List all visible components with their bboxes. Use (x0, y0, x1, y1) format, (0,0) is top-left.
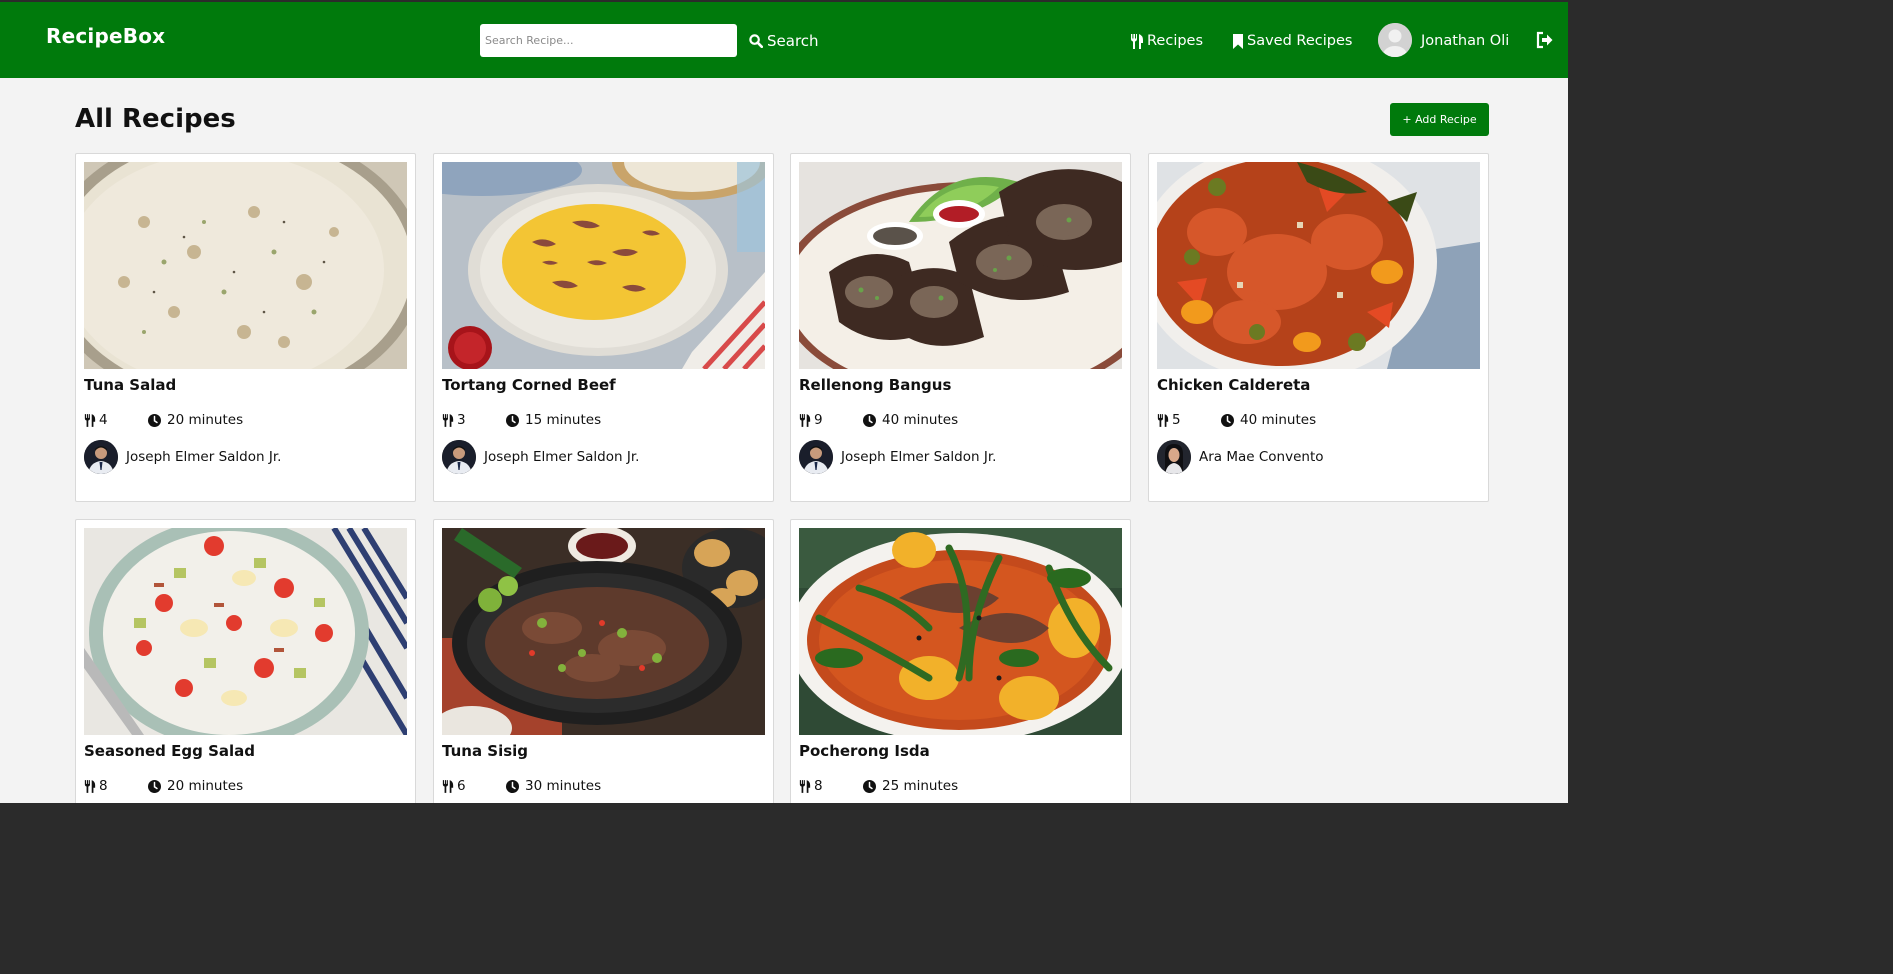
servings: 8 (84, 778, 108, 794)
servings-value: 8 (99, 778, 108, 794)
clock-icon (863, 413, 876, 427)
recipe-title[interactable]: Pocherong Isda (799, 742, 930, 760)
servings: 8 (799, 778, 823, 794)
servings-value: 8 (814, 778, 823, 794)
recipe-title[interactable]: Tortang Corned Beef (442, 376, 616, 394)
servings-value: 9 (814, 412, 823, 428)
user-avatar[interactable] (1378, 23, 1412, 57)
cook-time-value: 40 minutes (1240, 412, 1317, 428)
servings-value: 3 (457, 412, 466, 428)
logout-button[interactable] (1536, 31, 1554, 49)
cook-time-value: 20 minutes (167, 778, 244, 794)
author-name: Joseph Elmer Saldon Jr. (841, 449, 997, 465)
cook-time: 40 minutes (863, 412, 958, 428)
nav-recipes-label: Recipes (1147, 33, 1204, 49)
window-bottom-edge (0, 803, 1568, 807)
cook-time: 40 minutes (1221, 412, 1316, 428)
search-button[interactable]: Search (749, 29, 819, 53)
recipe-title[interactable]: Tuna Sisig (442, 742, 528, 760)
nav-saved-recipes-link[interactable]: Saved Recipes (1232, 29, 1352, 53)
recipe-card[interactable]: Chicken Caldereta 5 40 minutes Ara Mae C… (1148, 153, 1489, 502)
author-avatar (84, 440, 118, 474)
cook-time-value: 20 minutes (167, 412, 244, 428)
cutlery-icon (1157, 413, 1169, 427)
cutlery-icon (799, 413, 811, 427)
cutlery-icon (1131, 33, 1143, 49)
author-avatar (799, 440, 833, 474)
recipe-photo (1157, 162, 1480, 369)
servings: 6 (442, 778, 466, 794)
recipe-photo (84, 162, 407, 369)
cutlery-icon (442, 413, 454, 427)
cook-time: 15 minutes (506, 412, 601, 428)
servings: 9 (799, 412, 823, 428)
servings: 3 (442, 412, 466, 428)
brand-logo[interactable]: RecipeBox (46, 24, 165, 48)
bookmark-icon (1233, 33, 1243, 49)
nav-saved-label: Saved Recipes (1247, 33, 1353, 49)
author-name: Ara Mae Convento (1199, 449, 1324, 465)
cook-time: 30 minutes (506, 778, 601, 794)
logout-icon (1536, 31, 1553, 49)
search-input[interactable] (480, 24, 737, 57)
servings: 4 (84, 412, 108, 428)
author-name: Joseph Elmer Saldon Jr. (126, 449, 282, 465)
recipe-title[interactable]: Seasoned Egg Salad (84, 742, 255, 760)
cutlery-icon (442, 779, 454, 793)
clock-icon (863, 779, 876, 793)
recipe-photo (799, 162, 1122, 369)
cook-time: 20 minutes (148, 778, 243, 794)
recipe-card[interactable]: Tuna Salad 4 20 minutes Joseph Elmer Sal… (75, 153, 416, 502)
page-title: All Recipes (75, 104, 236, 134)
search-button-label: Search (767, 32, 819, 50)
recipe-title[interactable]: Rellenong Bangus (799, 376, 951, 394)
cutlery-icon (799, 779, 811, 793)
servings-value: 6 (457, 778, 466, 794)
clock-icon (506, 779, 519, 793)
recipe-photo (442, 528, 765, 735)
author-name: Joseph Elmer Saldon Jr. (484, 449, 640, 465)
author-avatar (1157, 440, 1191, 474)
servings-value: 5 (1172, 412, 1181, 428)
cutlery-icon (84, 413, 96, 427)
cook-time-value: 40 minutes (882, 412, 959, 428)
recipe-card[interactable]: Rellenong Bangus 9 40 minutes Joseph Elm… (790, 153, 1131, 502)
cook-time: 20 minutes (148, 412, 243, 428)
add-recipe-button[interactable]: + Add Recipe (1390, 103, 1489, 136)
app-window: RecipeBox Search Recipes Saved Recipes (0, 2, 1568, 803)
recipe-photo (799, 528, 1122, 735)
clock-icon (506, 413, 519, 427)
recipe-card[interactable]: Pocherong Isda 8 25 minutes (790, 519, 1131, 803)
recipe-photo (84, 528, 407, 735)
nav-recipes-link[interactable]: Recipes (1130, 29, 1203, 53)
recipe-title[interactable]: Chicken Caldereta (1157, 376, 1310, 394)
cook-time: 25 minutes (863, 778, 958, 794)
servings-value: 4 (99, 412, 108, 428)
cook-time-value: 30 minutes (525, 778, 602, 794)
cutlery-icon (84, 779, 96, 793)
recipe-card[interactable]: Seasoned Egg Salad 8 20 minutes (75, 519, 416, 803)
recipe-photo (442, 162, 765, 369)
recipe-card[interactable]: Tortang Corned Beef 3 15 minutes Joseph … (433, 153, 774, 502)
user-name[interactable]: Jonathan Oli (1421, 29, 1509, 53)
recipe-card[interactable]: Tuna Sisig 6 30 minutes (433, 519, 774, 803)
author-avatar (442, 440, 476, 474)
recipe-title[interactable]: Tuna Salad (84, 376, 176, 394)
clock-icon (1221, 413, 1234, 427)
cook-time-value: 15 minutes (525, 412, 602, 428)
clock-icon (148, 413, 161, 427)
clock-icon (148, 779, 161, 793)
navbar: RecipeBox Search Recipes Saved Recipes (0, 2, 1568, 78)
search-icon (749, 34, 763, 48)
servings: 5 (1157, 412, 1181, 428)
cook-time-value: 25 minutes (882, 778, 959, 794)
